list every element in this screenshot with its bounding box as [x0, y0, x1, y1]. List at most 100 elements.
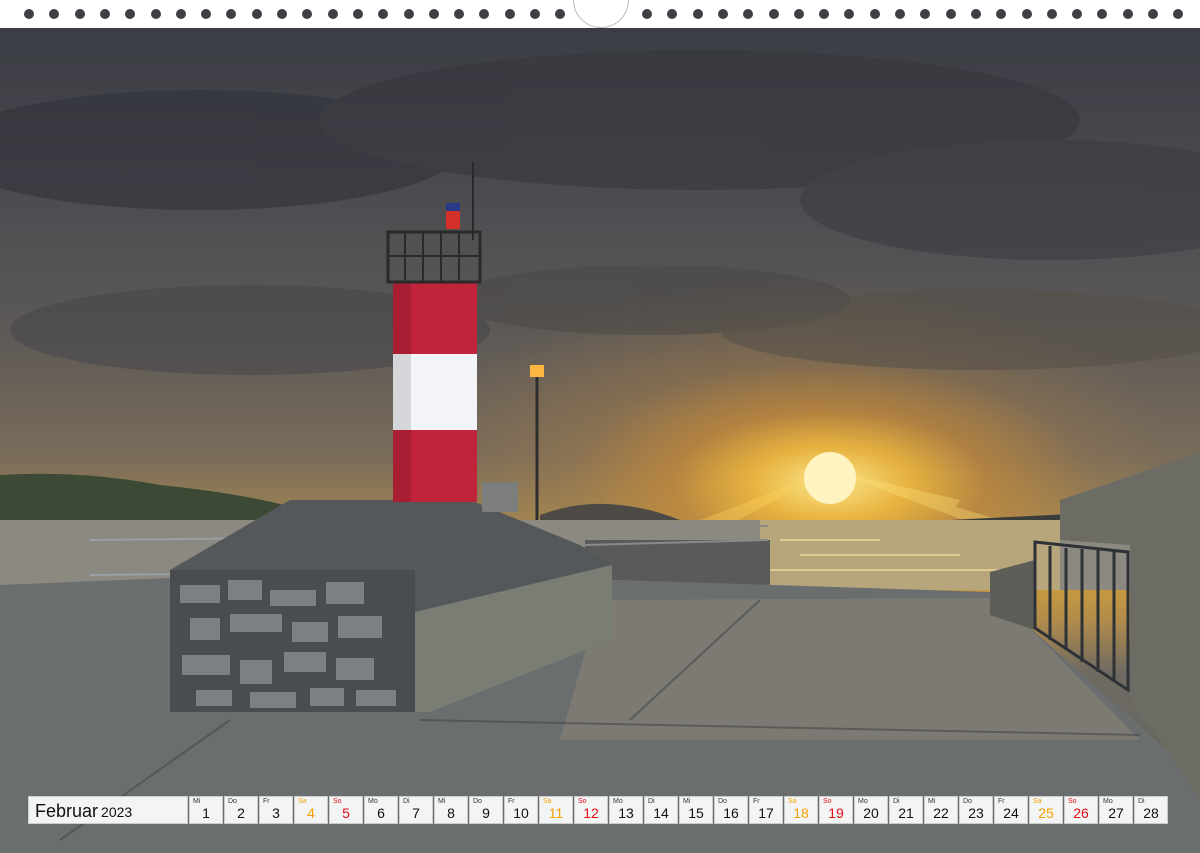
binding-hole	[920, 9, 931, 19]
day-number: 10	[513, 805, 529, 821]
binding-hole	[403, 9, 414, 19]
day-cell: Fr 10	[504, 796, 538, 824]
day-number: 14	[653, 805, 669, 821]
binding-hole	[378, 9, 389, 19]
binding-hole	[530, 9, 540, 19]
binding-hole	[428, 9, 439, 19]
binding-hole	[1173, 9, 1184, 19]
binding-hole	[1072, 9, 1083, 19]
binding-hole	[1021, 9, 1032, 19]
weekday-label: Di	[1138, 798, 1145, 805]
binding-hole	[302, 9, 313, 19]
weekday-label: Do	[473, 798, 482, 805]
binding-hole	[869, 9, 880, 19]
binding-hole	[717, 9, 728, 19]
day-number: 15	[688, 805, 704, 821]
month-calendar-strip: Februar 2023 Mi 1 Do 2 Fr 3 Sa 4 So 5 Mo 6 Di 7 Mi 8 Do 9 F…	[28, 796, 1168, 824]
day-cell: Do 9	[469, 796, 503, 824]
month-name: Februar	[35, 801, 99, 821]
weekday-label: Do	[963, 798, 972, 805]
weekday-label: Fr	[998, 798, 1005, 805]
weekday-label: Sa	[543, 798, 552, 805]
day-cell: Fr 3	[259, 796, 293, 824]
binding-hole	[352, 9, 363, 19]
binding-hole	[201, 9, 212, 19]
weekday-label: Sa	[1033, 798, 1042, 805]
binding-hole	[327, 9, 338, 19]
binding-hole	[844, 9, 855, 19]
day-cell: So 26	[1064, 796, 1098, 824]
binding-hole	[793, 9, 804, 19]
day-number: 3	[272, 805, 280, 821]
day-number: 21	[898, 805, 914, 821]
binding-hole	[24, 9, 34, 19]
weekday-label: So	[578, 798, 587, 805]
day-cell: Fr 24	[994, 796, 1028, 824]
day-number: 9	[482, 805, 490, 821]
month-label: Februar 2023	[28, 796, 188, 824]
day-cell: Mo 13	[609, 796, 643, 824]
day-number: 2	[237, 805, 245, 821]
weekday-label: Di	[403, 798, 410, 805]
day-number: 12	[583, 805, 599, 821]
weekday-label: Mi	[438, 798, 446, 805]
day-number: 16	[723, 805, 739, 821]
weekday-label: Do	[718, 798, 727, 805]
day-number: 6	[377, 805, 385, 821]
binding-hole	[150, 9, 161, 19]
day-cell: Mo 27	[1099, 796, 1133, 824]
binding-hole	[226, 9, 237, 19]
day-number: 24	[1003, 805, 1019, 821]
day-number: 17	[758, 805, 774, 821]
weekday-label: Fr	[508, 798, 515, 805]
day-number: 1	[202, 805, 210, 821]
weekday-label: Mi	[193, 798, 201, 805]
binding-hole	[667, 9, 678, 19]
binding-hole	[1097, 9, 1108, 19]
binding-hole	[692, 9, 703, 19]
binding-hole	[743, 9, 754, 19]
weekday-label: So	[823, 798, 832, 805]
day-number: 11	[548, 805, 564, 821]
binding-hole	[125, 9, 136, 19]
day-number: 25	[1038, 805, 1054, 821]
day-cell: Do 2	[224, 796, 258, 824]
binding-hole	[504, 9, 515, 19]
day-number: 19	[828, 805, 844, 821]
day-cell: Mi 1	[189, 796, 223, 824]
binding-hole	[99, 9, 110, 19]
binding-hole	[768, 9, 779, 19]
harbour-scene	[0, 50, 1200, 853]
day-cells: Mi 1 Do 2 Fr 3 Sa 4 So 5 Mo 6 Di 7 Mi 8 Do 9 Fr 10 Sa 11 So 12 M…	[189, 796, 1168, 824]
day-cell: Do 16	[714, 796, 748, 824]
weekday-label: Mo	[613, 798, 623, 805]
weekday-label: So	[1068, 798, 1077, 805]
day-cell: So 5	[329, 796, 363, 824]
binding-hole	[74, 9, 85, 19]
binding-hole	[970, 9, 981, 19]
weekday-label: So	[333, 798, 342, 805]
day-cell: So 12	[574, 796, 608, 824]
day-cell: Mo 20	[854, 796, 888, 824]
day-number: 26	[1073, 805, 1089, 821]
day-cell: Sa 4	[294, 796, 328, 824]
sun	[804, 452, 856, 504]
day-number: 23	[968, 805, 984, 821]
distant-hill	[540, 503, 680, 522]
day-cell: Sa 25	[1029, 796, 1063, 824]
lamp-light	[530, 365, 544, 377]
weekday-label: Fr	[753, 798, 760, 805]
binding-hole	[277, 9, 287, 19]
day-cell: Di 21	[889, 796, 923, 824]
day-cell: Mo 6	[364, 796, 398, 824]
day-number: 7	[412, 805, 420, 821]
month-year: 2023	[101, 804, 133, 820]
day-cell: Sa 18	[784, 796, 818, 824]
binding-hole	[454, 9, 465, 19]
day-cell: Fr 17	[749, 796, 783, 824]
weekday-label: Do	[228, 798, 237, 805]
day-number: 28	[1143, 805, 1159, 821]
calendar-photo	[0, 28, 1200, 853]
binding-hole	[642, 9, 652, 19]
day-number: 22	[933, 805, 949, 821]
